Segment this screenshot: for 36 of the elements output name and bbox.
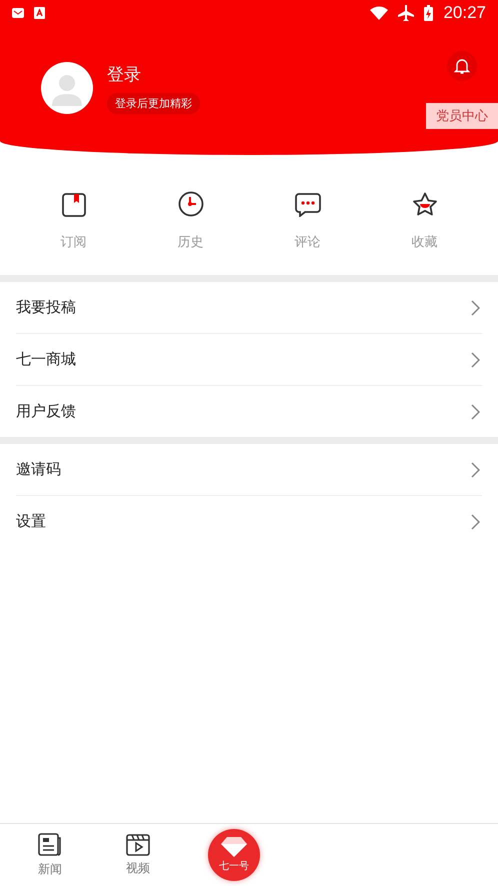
mail-icon (12, 8, 24, 18)
video-clapper-icon (126, 834, 150, 856)
menu-item[interactable]: 我要投稿 (16, 282, 482, 334)
chevron-right-icon (471, 404, 480, 420)
menu-item[interactable]: 设置 (16, 496, 482, 547)
shortcut-button[interactable]: 订阅 (15, 191, 132, 251)
member-center-button[interactable]: 党员中心 (426, 103, 498, 129)
shortcut-button[interactable]: 评论 (249, 191, 366, 251)
nav-tab[interactable]: 视频 (100, 834, 176, 876)
menu-item[interactable]: 七一商城 (16, 334, 482, 386)
bookmark-icon (62, 193, 86, 217)
shortcut-button[interactable]: 收藏 (366, 191, 483, 251)
bell-icon (454, 57, 470, 75)
menu-item[interactable]: 邀请码 (16, 444, 482, 496)
clock-icon (178, 191, 204, 217)
chevron-right-icon (471, 300, 480, 316)
battery-icon (424, 4, 434, 20)
chevron-right-icon (471, 514, 480, 530)
center-nav-button[interactable]: 七一号 (208, 829, 260, 881)
chevron-right-icon (471, 352, 480, 368)
nav-tab[interactable]: 新闻 (12, 832, 88, 878)
status-time: 20:27 (443, 2, 486, 22)
login-hint: 登录后更加精彩 (107, 93, 200, 114)
chevron-right-icon (471, 462, 480, 478)
comment-icon (294, 193, 320, 217)
shortcut-button[interactable]: 历史 (132, 191, 249, 251)
notification-bell-button[interactable] (447, 51, 477, 81)
wifi-icon (370, 6, 388, 20)
avatar-icon (41, 62, 93, 114)
login-link[interactable]: 登录 (107, 63, 141, 86)
airplane-icon (398, 4, 414, 20)
newspaper-icon (38, 832, 62, 856)
star-icon (412, 192, 438, 217)
app-icon (34, 6, 45, 18)
diamond-icon (221, 837, 247, 857)
menu-item[interactable]: 用户反馈 (16, 386, 482, 437)
